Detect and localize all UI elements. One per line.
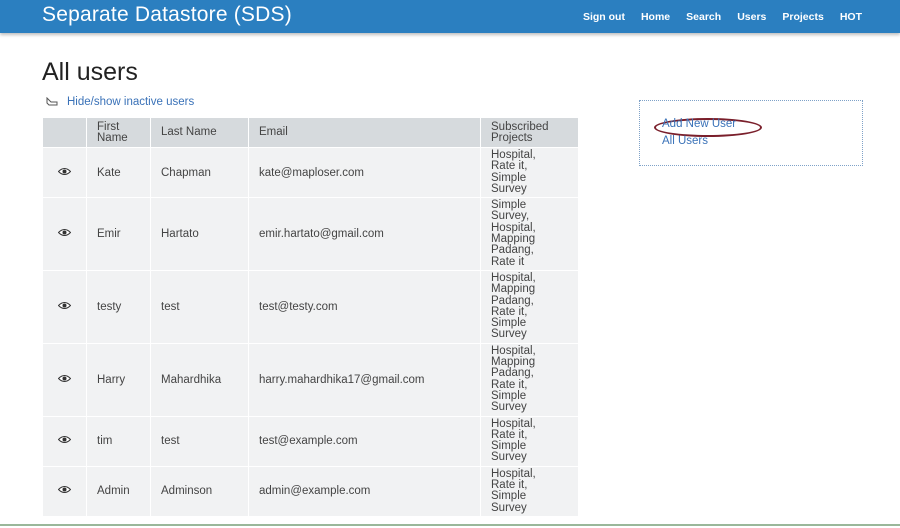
column-header-first-name: First Name [87,118,150,147]
users-table: First Name Last Name Email Subscribed Pr… [42,117,579,517]
main-nav: Sign out Home Search Users Projects HOT [567,11,862,23]
project-line: Simple [491,490,527,503]
toggle-inactive-users-label: Hide/show inactive users [67,96,195,108]
first-name-cell: tim [87,416,150,466]
nav-users[interactable]: Users [737,11,766,23]
column-header-view [43,118,86,147]
email-cell: test@example.com [249,416,480,466]
table-row: tim test test@example.com Hospital, Rate it,… [43,416,578,466]
brand-title[interactable]: Separate Datastore (SDS) [42,3,292,27]
subscribed-projects-cell: Hospital, Mapping Padang, Rate it, Simple Sur… [481,270,578,343]
user-actions-box: Add New User All Users [639,100,863,166]
first-name-cell: Harry [87,343,150,416]
hand-pointer-icon [46,96,58,107]
project-line: Rate it, [491,160,528,173]
table-row: Harry Mahardhika harry.mahardhika17@gmail.… [43,343,578,416]
last-name-cell: test [151,416,248,466]
page-title: All users [42,58,138,86]
table-header-row: First Name Last Name Email Subscribed Pr… [43,118,578,147]
table-row: Admin Adminson admin@example.com Hospital, R… [43,466,578,516]
email-cell: emir.hartato@gmail.com [249,198,480,270]
view-cell [43,466,86,516]
subscribed-projects-cell: Hospital, Mapping Padang, Rate it, Simple Sur… [481,343,578,416]
table-row: Emir Hartato emir.hartato@gmail.com Simple S… [43,198,578,270]
table-row: testy test test@testy.com Hospital, Mapping P… [43,270,578,343]
project-line: Survey [491,451,527,464]
table-row: Kate Chapman kate@maploser.com Hospital, Rat… [43,148,578,198]
last-name-cell: Chapman [151,148,248,198]
nav-search[interactable]: Search [686,11,721,23]
eye-icon[interactable] [57,485,72,494]
column-header-last-name: Last Name [151,118,248,147]
email-cell: test@testy.com [249,270,480,343]
project-line: Survey [491,328,527,341]
eye-icon[interactable] [57,167,72,176]
eye-icon[interactable] [57,228,72,237]
nav-sign-out[interactable]: Sign out [583,11,625,23]
column-header-subscribed-projects: Subscribed Projects [481,118,578,147]
subscribed-projects-cell: Hospital, Rate it, Simple Survey [481,148,578,198]
view-cell [43,416,86,466]
project-line: Survey [491,401,527,414]
last-name-cell: Hartato [151,198,248,270]
subscribed-projects-cell: Hospital, Rate it, Simple Survey [481,466,578,516]
first-name-cell: testy [87,270,150,343]
eye-icon[interactable] [57,301,72,310]
view-cell [43,343,86,416]
project-line: Rate it [491,255,525,268]
subscribed-projects-cell: Simple Survey, Hospital, Mapping Padang, Rate… [481,198,578,270]
nav-home[interactable]: Home [641,11,670,23]
toggle-inactive-users-link[interactable]: Hide/show inactive users [46,96,194,108]
project-line: Survey [491,501,527,514]
email-cell: admin@example.com [249,466,480,516]
view-cell [43,148,86,198]
last-name-cell: Adminson [151,466,248,516]
project-line: Padang, [491,244,534,257]
eye-icon[interactable] [57,374,72,383]
first-name-cell: Admin [87,466,150,516]
first-name-cell: Kate [87,148,150,198]
add-new-user-link[interactable]: Add New User [662,118,736,130]
nav-hot[interactable]: HOT [840,11,862,23]
email-cell: kate@maploser.com [249,148,480,198]
bottom-divider [0,524,900,526]
project-line: Mapping [491,283,536,296]
project-line: Survey [491,182,527,195]
email-cell: harry.mahardhika17@gmail.com [249,343,480,416]
last-name-cell: test [151,270,248,343]
column-header-email: Email [249,118,480,147]
eye-icon[interactable] [57,435,72,444]
first-name-cell: Emir [87,198,150,270]
top-navbar: Separate Datastore (SDS) Sign out Home S… [0,0,900,33]
view-cell [43,198,86,270]
view-cell [43,270,86,343]
last-name-cell: Mahardhika [151,343,248,416]
project-line: Padang, [491,367,534,380]
subscribed-projects-cell: Hospital, Rate it, Simple Survey [481,416,578,466]
all-users-link[interactable]: All Users [662,135,708,147]
nav-projects[interactable]: Projects [782,11,823,23]
